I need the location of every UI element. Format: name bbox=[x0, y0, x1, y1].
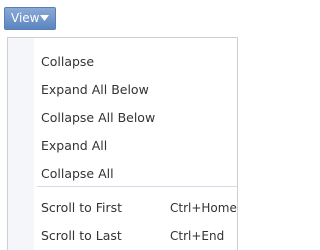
menu-item-expand-all[interactable]: Expand All bbox=[8, 134, 237, 158]
menu-item-label: Expand All bbox=[41, 138, 108, 153]
menu-item-label: Expand All Below bbox=[41, 82, 149, 97]
menu-item-collapse-all[interactable]: Collapse All bbox=[8, 162, 237, 186]
menu-item-label: Scroll to Last bbox=[41, 228, 122, 243]
menu-separator bbox=[37, 186, 237, 187]
menu-item-expand-all-below[interactable]: Expand All Below bbox=[8, 78, 237, 102]
menu-item-shortcut: Ctrl+Home bbox=[170, 201, 237, 215]
menu-item-collapse-all-below[interactable]: Collapse All Below bbox=[8, 106, 237, 130]
menu-item-scroll-to-first[interactable]: Scroll to First Ctrl+Home bbox=[8, 196, 237, 220]
menu-item-collapse[interactable]: Collapse bbox=[8, 50, 237, 74]
menu-item-label: Collapse bbox=[41, 54, 95, 69]
chevron-down-icon bbox=[40, 15, 49, 21]
view-menu-button[interactable]: View bbox=[4, 7, 56, 30]
menu-item-label: Scroll to First bbox=[41, 200, 123, 215]
view-dropdown-menu: Collapse Expand All Below Collapse All B… bbox=[7, 37, 238, 250]
view-button-label: View bbox=[11, 11, 40, 25]
menu-item-shortcut: Ctrl+End bbox=[170, 229, 225, 243]
menu-item-label: Collapse All Below bbox=[41, 110, 156, 125]
menu-item-scroll-to-last[interactable]: Scroll to Last Ctrl+End bbox=[8, 224, 237, 248]
menu-item-label: Collapse All bbox=[41, 166, 114, 181]
